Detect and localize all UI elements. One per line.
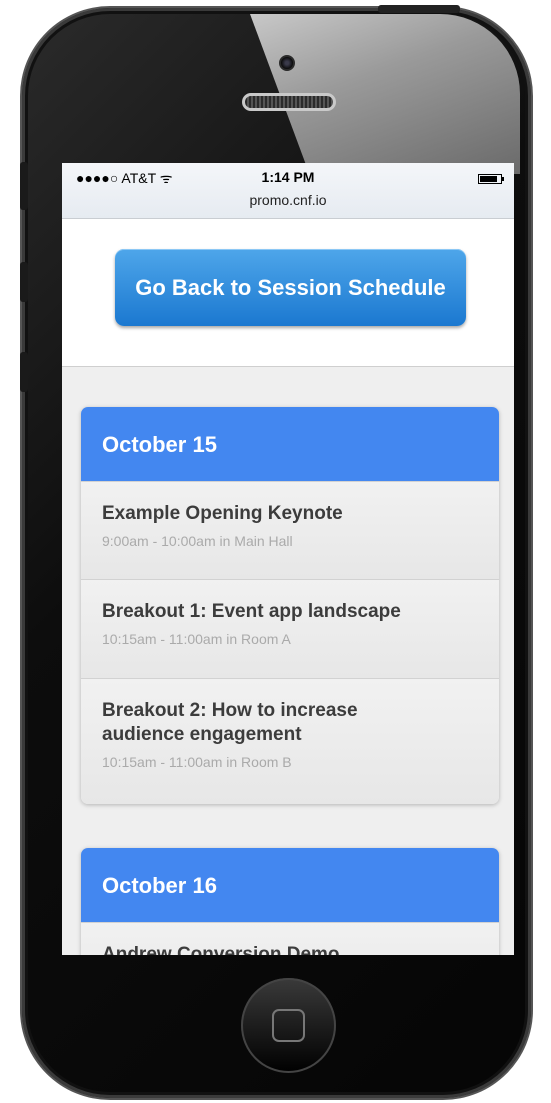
session-item[interactable]: Breakout 1: Event app landscape 10:15am …	[81, 579, 499, 678]
phone-screen: ●●●●○ AT&T ᯤ 1:14 PM promo.cnf.io Go Bac…	[62, 163, 514, 955]
power-button	[378, 5, 460, 13]
day-header: October 16	[81, 848, 499, 922]
session-meta: 10:15am - 11:00am in Room B	[102, 754, 292, 770]
session-item[interactable]: Example Opening Keynote 9:00am - 10:00am…	[81, 481, 499, 579]
battery-level	[480, 176, 497, 182]
home-square-icon	[272, 1009, 305, 1042]
top-bar: Go Back to Session Schedule	[62, 219, 514, 367]
session-item[interactable]: Breakout 2: How to increase audience eng…	[81, 678, 499, 804]
schedule-content: October 15 Example Opening Keynote 9:00a…	[62, 367, 514, 955]
battery-icon	[478, 174, 502, 184]
day-header: October 15	[81, 407, 499, 481]
page-url[interactable]: promo.cnf.io	[62, 192, 514, 208]
session-item[interactable]: Andrew Conversion Demo	[81, 922, 499, 955]
volume-down-button	[20, 352, 28, 392]
back-to-schedule-button[interactable]: Go Back to Session Schedule	[115, 249, 466, 326]
earpiece-speaker	[242, 93, 336, 111]
status-bar: ●●●●○ AT&T ᯤ 1:14 PM promo.cnf.io	[62, 163, 514, 219]
home-button[interactable]	[241, 978, 336, 1073]
day-card: October 16 Andrew Conversion Demo	[81, 848, 499, 955]
day-card: October 15 Example Opening Keynote 9:00a…	[81, 407, 499, 804]
session-title: Breakout 2: How to increase audience eng…	[102, 700, 358, 745]
session-title: Breakout 1: Event app landscape	[102, 601, 401, 622]
volume-up-button	[20, 262, 28, 302]
mute-switch	[20, 162, 28, 210]
session-meta: 10:15am - 11:00am in Room A	[102, 631, 291, 647]
session-title: Example Opening Keynote	[102, 503, 343, 524]
status-time: 1:14 PM	[261, 169, 315, 185]
battery-tip	[502, 177, 504, 181]
session-title: Andrew Conversion Demo	[102, 944, 340, 955]
front-camera-icon	[279, 55, 295, 71]
session-meta: 9:00am - 10:00am in Main Hall	[102, 533, 293, 549]
